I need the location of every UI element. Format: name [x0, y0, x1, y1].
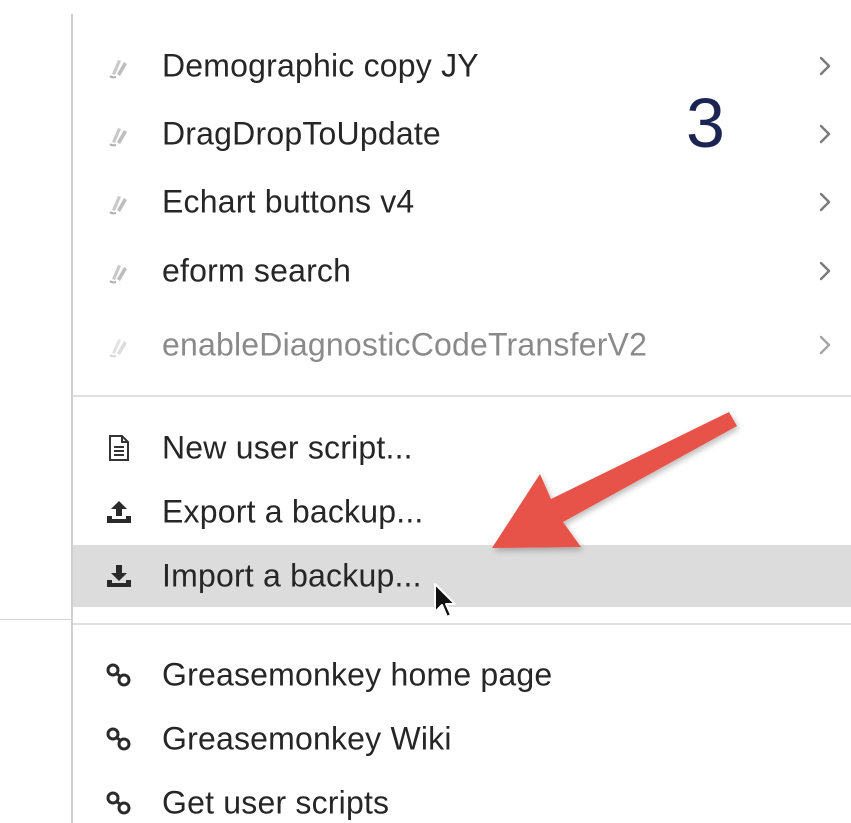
monkey-icon	[105, 188, 133, 216]
monkey-icon	[105, 52, 133, 80]
greasemonkey-wiki-link[interactable]: Greasemonkey Wiki	[73, 708, 851, 770]
monkey-icon	[105, 120, 133, 148]
chevron-right-icon	[819, 56, 831, 76]
script-item-eform-search[interactable]: eform search	[73, 240, 851, 302]
monkey-icon	[105, 331, 133, 359]
left-panel	[0, 0, 71, 823]
script-item-label: enableDiagnosticCodeTransferV2	[162, 326, 648, 363]
link-icon	[105, 725, 133, 753]
script-item-label: Echart buttons v4	[162, 183, 415, 220]
export-backup-label: Export a backup...	[162, 493, 424, 530]
script-item-enablediagnosticcodetransferv2[interactable]: enableDiagnosticCodeTransferV2	[73, 314, 851, 376]
get-user-scripts-link[interactable]: Get user scripts	[73, 772, 851, 823]
script-item-dragdroptoupdate[interactable]: DragDropToUpdate	[73, 103, 851, 165]
script-item-demographic-copy-jy[interactable]: Demographic copy JY	[73, 35, 851, 97]
upload-icon	[105, 498, 133, 526]
document-icon	[105, 434, 133, 462]
link-label: Greasemonkey Wiki	[162, 720, 452, 757]
step-number-annotation: 3	[686, 84, 725, 162]
new-user-script-label: New user script...	[162, 429, 413, 466]
import-backup-item[interactable]: Import a backup...	[73, 545, 851, 607]
script-item-label: eform search	[162, 252, 352, 289]
chevron-right-icon	[819, 261, 831, 281]
left-panel-divider	[0, 619, 71, 620]
link-icon	[105, 789, 133, 817]
chevron-right-icon	[819, 335, 831, 355]
mouse-cursor-icon	[434, 583, 456, 618]
greasemonkey-menu: Demographic copy JY DragDropToUpdate Ech…	[71, 14, 851, 823]
script-item-label: Demographic copy JY	[162, 47, 479, 84]
greasemonkey-home-page-link[interactable]: Greasemonkey home page	[73, 644, 851, 706]
new-user-script-item[interactable]: New user script...	[73, 417, 851, 479]
chevron-right-icon	[819, 124, 831, 144]
export-backup-item[interactable]: Export a backup...	[73, 481, 851, 543]
import-backup-label: Import a backup...	[162, 557, 422, 594]
link-label: Get user scripts	[162, 784, 390, 821]
script-item-label: DragDropToUpdate	[162, 115, 441, 152]
menu-separator	[73, 395, 851, 397]
link-icon	[105, 661, 133, 689]
screenshot-stage: Demographic copy JY DragDropToUpdate Ech…	[0, 0, 851, 823]
download-icon	[105, 562, 133, 590]
menu-separator	[73, 623, 851, 625]
monkey-icon	[105, 257, 133, 285]
chevron-right-icon	[819, 192, 831, 212]
link-label: Greasemonkey home page	[162, 656, 553, 693]
script-item-echart-buttons-v4[interactable]: Echart buttons v4	[73, 171, 851, 233]
